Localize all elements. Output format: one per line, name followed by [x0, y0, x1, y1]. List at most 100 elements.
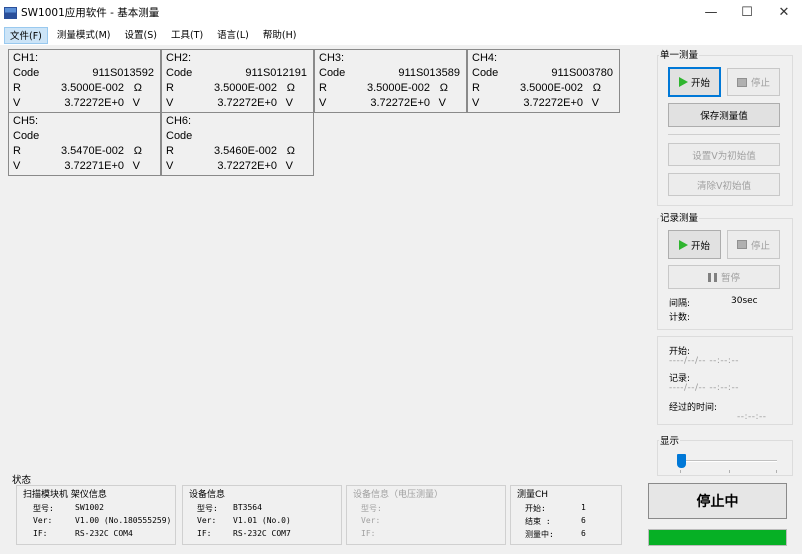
run-state-indicator: 停止中 [648, 483, 787, 519]
scanner-ver: V1.00 (No.180555259) [75, 516, 172, 525]
menu-bar: 文件(F) 测量模式(M) 设置(S) 工具(T) 语言(L) 帮助(H) [0, 25, 802, 45]
save-measurement-button[interactable]: 保存测量值 [668, 103, 780, 127]
menu-tools[interactable]: 工具(T) [166, 27, 208, 44]
elapsed-value: --:--:-- [737, 412, 767, 422]
code-label: Code [166, 130, 193, 142]
title-bar: SW1001应用软件 - 基本测量 [0, 0, 802, 25]
progress-bar [648, 529, 787, 546]
device-model: BT3564 [233, 503, 262, 512]
minimize-button[interactable]: — [693, 0, 729, 25]
channel-name: CH3: [319, 52, 345, 64]
record-start-button[interactable]: 开始 [668, 230, 721, 259]
progress-fill [649, 530, 786, 545]
ch-end: 6 [581, 516, 586, 525]
single-stop-button[interactable]: 停止 [727, 68, 780, 96]
single-start-button[interactable]: 开始 [668, 67, 721, 97]
status-group: 状态 扫描模块机 架仪信息 型号: SW1002 Ver: V1.00 (No.… [8, 472, 634, 550]
channel-panel: CH2: Code 911S012191 R 3.5000E-002 Ω V 3.722… [161, 49, 314, 113]
close-button[interactable]: ✕ [766, 0, 802, 25]
v-value: 3.72272E+0 [523, 97, 583, 109]
single-start-label: 开始 [690, 78, 710, 89]
menu-language[interactable]: 语言(L) [212, 27, 254, 44]
voltage-if-label: IF: [361, 529, 376, 538]
volt-unit: V [285, 97, 293, 109]
record-pause-button[interactable]: 暂停 [668, 265, 780, 289]
menu-settings[interactable]: 设置(S) [120, 27, 162, 44]
record-stop-button[interactable]: 停止 [727, 230, 780, 259]
display-title: 显示 [659, 433, 681, 447]
device-ver: V1.01 (No.0) [233, 516, 291, 525]
monitor-icon [4, 6, 17, 19]
display-slider-thumb[interactable] [677, 454, 686, 468]
v-label: V [472, 97, 480, 109]
clear-initial-button[interactable]: 清除V初始值 [668, 173, 780, 196]
channel-panel: CH1: Code 911S013592 R 3.5000E-002 Ω V 3.722… [8, 49, 161, 113]
device-info-title: 设备信息 [189, 490, 226, 500]
scanner-model: SW1002 [75, 503, 104, 512]
window-title: SW1001应用软件 - 基本测量 [21, 7, 160, 19]
v-value: 3.72272E+0 [64, 97, 124, 109]
r-label: R [472, 82, 480, 94]
channel-panel: CH6: Code R 3.5460E-002 Ω V 3.72272E+0 V [161, 112, 314, 176]
pause-icon [707, 272, 717, 282]
r-label: R [319, 82, 327, 94]
channel-name: CH6: [166, 115, 192, 127]
ohm-unit: Ω [286, 82, 295, 94]
device-info: 设备信息 型号: BT3564 Ver: V1.01 (No.0) IF: RS… [182, 485, 342, 545]
set-initial-button[interactable]: 设置V为初始值 [668, 143, 780, 166]
voltage-device-title: 设备信息（电压测量） [353, 490, 444, 500]
v-label: V [319, 97, 327, 109]
device-if-label: IF: [197, 529, 212, 538]
v-value: 3.72271E+0 [64, 160, 124, 172]
volt-unit: V [132, 160, 140, 172]
voltage-device-info: 设备信息（电压测量） 型号: Ver: IF: [346, 485, 506, 545]
channel-name: CH5: [13, 115, 39, 127]
v-label: V [166, 160, 174, 172]
display-slider-track[interactable] [677, 460, 777, 462]
v-value: 3.72272E+0 [370, 97, 430, 109]
code-label: Code [13, 130, 40, 142]
code-label: Code [13, 67, 40, 79]
stop-icon [736, 240, 747, 249]
separator [668, 134, 780, 135]
maximize-button[interactable]: ☐ [729, 0, 765, 25]
v-label: V [13, 160, 21, 172]
device-if: RS-232C COM7 [233, 529, 291, 538]
play-icon [678, 239, 688, 250]
single-stop-label: 停止 [750, 78, 770, 89]
r-label: R [166, 82, 174, 94]
channel-name: CH1: [13, 52, 39, 64]
scanner-model-label: 型号: [33, 504, 54, 513]
channel-grid: CH1: Code 911S013592 R 3.5000E-002 Ω V 3.722… [8, 49, 622, 177]
menu-help[interactable]: 帮助(H) [258, 27, 302, 44]
status-title: 状态 [12, 475, 32, 486]
ch-current-label: 测量中: [525, 530, 554, 539]
ch-start: 1 [581, 503, 586, 512]
volt-unit: V [285, 160, 293, 172]
volt-unit: V [132, 97, 140, 109]
device-ver-label: Ver: [197, 516, 217, 525]
slider-tick [729, 470, 730, 473]
v-value: 3.72272E+0 [217, 97, 277, 109]
ohm-unit: Ω [133, 145, 142, 157]
ch-current: 6 [581, 529, 586, 538]
measure-ch-title: 测量CH [517, 490, 549, 500]
record-pause-label: 暂停 [720, 273, 740, 284]
r-value: 3.5000E-002 [61, 82, 124, 94]
ch-start-label: 开始: [525, 504, 546, 513]
r-value: 3.5000E-002 [520, 82, 583, 94]
voltage-model-label: 型号: [361, 504, 382, 513]
r-label: R [166, 145, 174, 157]
channel-panel: CH5: Code R 3.5470E-002 Ω V 3.72271E+0 V [8, 112, 161, 176]
r-value: 3.5000E-002 [214, 82, 277, 94]
v-label: V [166, 97, 174, 109]
code-label: Code [319, 67, 346, 79]
scanner-info: 扫描模块机 架仪信息 型号: SW1002 Ver: V1.00 (No.180… [16, 485, 176, 545]
menu-measure-mode[interactable]: 测量模式(M) [52, 27, 116, 44]
menu-file[interactable]: 文件(F) [4, 26, 48, 44]
device-model-label: 型号: [197, 504, 218, 513]
volt-unit: V [438, 97, 446, 109]
code-value: 911S003780 [551, 67, 613, 79]
scanner-info-title: 扫描模块机 架仪信息 [23, 490, 107, 500]
interval-value: 30sec [731, 296, 758, 306]
